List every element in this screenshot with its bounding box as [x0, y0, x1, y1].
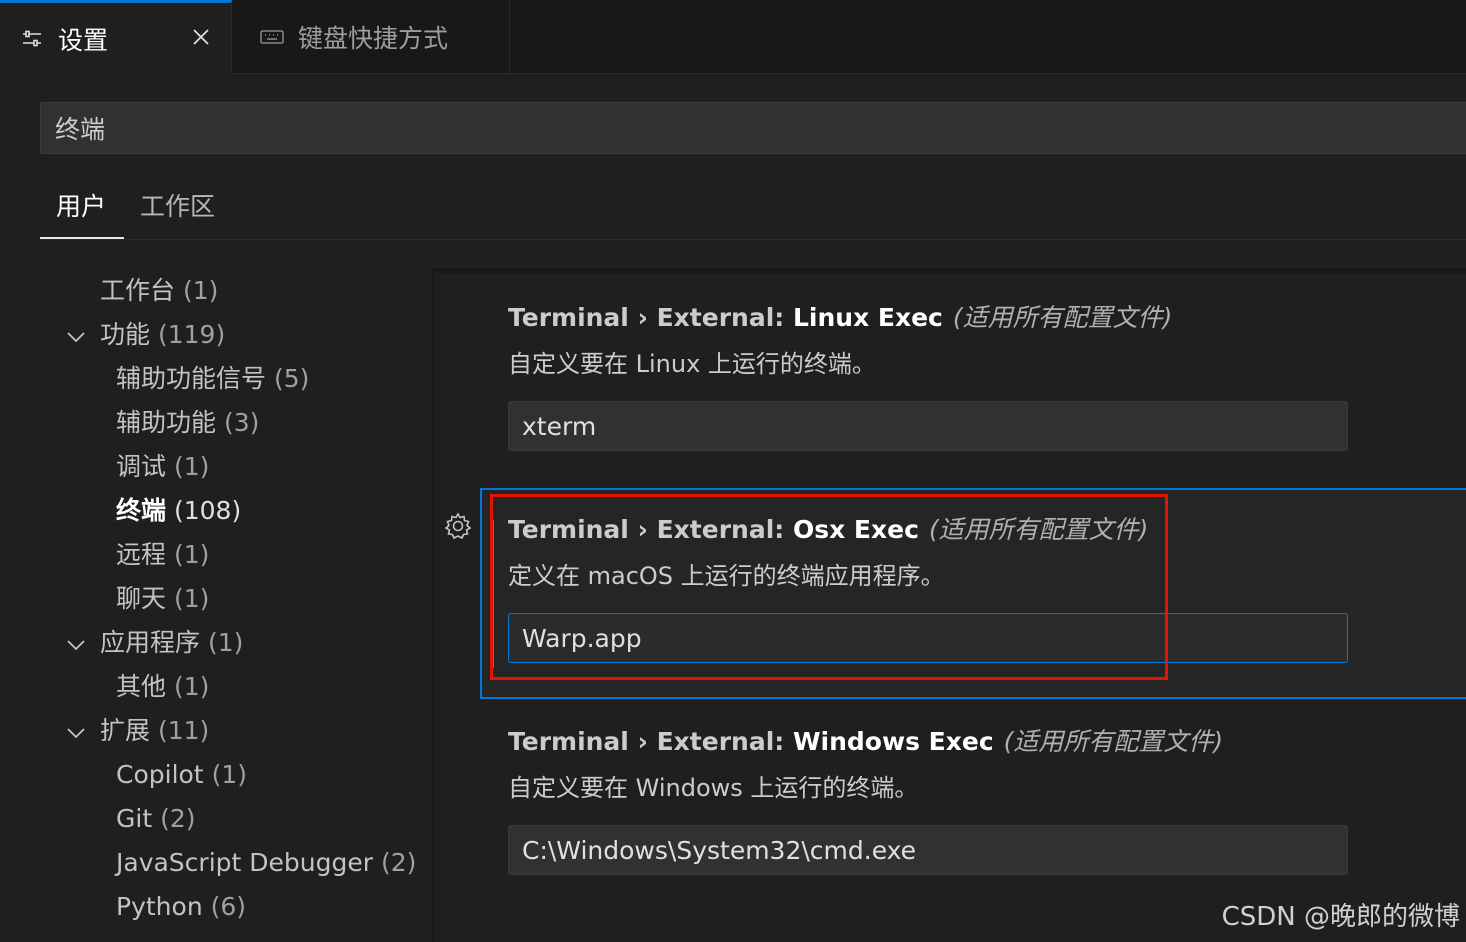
setting-description: 自定义要在 Linux 上运行的终端。 — [508, 350, 876, 378]
toc-item-copilot[interactable]: Copilot (1) — [116, 757, 247, 793]
toc-item-label: JavaScript Debugger — [116, 848, 374, 877]
toc-item-accessibility-signals[interactable]: 辅助功能信号 (5) — [116, 361, 309, 397]
toc-item-count: (1) — [211, 760, 247, 789]
toc-item-count: (6) — [210, 892, 247, 921]
toc-item-label: 扩展 — [100, 716, 151, 745]
toc-divider — [432, 268, 434, 942]
toc-item-count: (1) — [173, 540, 210, 569]
toc-item-terminal[interactable]: 终端 (108) — [116, 493, 241, 529]
toc-item-label: 应用程序 — [100, 628, 201, 657]
setting-title: Terminal › External: Windows Exec (适用所有配置… — [508, 724, 1408, 760]
tab-keyboard-shortcuts-label: 键盘快捷方式 — [298, 24, 449, 53]
gear-icon[interactable] — [443, 511, 473, 541]
toc-item-count: (1) — [173, 672, 210, 701]
toc-item-python[interactable]: Python (6) — [116, 889, 246, 925]
toc-item-count: (5) — [273, 364, 310, 393]
chevron-down-icon[interactable] — [64, 323, 88, 347]
chevron-down-icon[interactable] — [64, 719, 88, 743]
setting-scope: (适用所有配置文件) — [952, 303, 1173, 332]
toc-item-label: 终端 — [116, 496, 167, 525]
chevron-down-icon[interactable] — [64, 631, 88, 655]
search-input-value: 终端 — [55, 115, 106, 144]
toc-item-label: 远程 — [116, 540, 167, 569]
settings-list-top-shadow — [432, 268, 1466, 273]
toc-item-debug[interactable]: 调试 (1) — [116, 449, 209, 485]
setting-category: Terminal › External: — [508, 727, 793, 756]
toc-item-label: Python — [116, 892, 203, 921]
active-tab-indicator — [40, 237, 124, 239]
toc-item-label: 聊天 — [116, 584, 167, 613]
toc-item-label: Git — [116, 804, 153, 833]
tab-settings[interactable]: 设置 — [0, 0, 232, 74]
toc-item-label: 功能 — [100, 320, 151, 349]
toc-item-extensions[interactable]: 扩展 (11) — [67, 713, 210, 749]
toc-item-git[interactable]: Git (2) — [116, 801, 196, 837]
toc-item-count: (3) — [223, 408, 260, 437]
keyboard-icon — [260, 25, 284, 49]
toc-item-features[interactable]: 功能 (119) — [67, 317, 226, 353]
toc-item-count: (1) — [182, 276, 219, 305]
settings-scope-tabs: 用户 工作区 — [40, 180, 1466, 240]
toc-item-remote[interactable]: 远程 (1) — [116, 537, 209, 573]
setting-name: Windows Exec — [792, 727, 994, 756]
editor-tab-bar: 设置 键盘快捷方式 — [0, 0, 1466, 74]
close-icon[interactable] — [189, 25, 213, 49]
toc-item-label: 辅助功能 — [116, 408, 217, 437]
toc-item-count: (119) — [157, 320, 226, 349]
toc-item-count: (2) — [160, 804, 196, 833]
setting-linux-exec: Terminal › External: Linux Exec (适用所有配置文件… — [508, 300, 1408, 451]
toc-item-label: 工作台 — [100, 276, 176, 305]
windows-exec-input[interactable]: C:\Windows\System32\cmd.exe — [508, 825, 1348, 875]
annotation-highlight-box — [490, 494, 1168, 680]
tab-workspace[interactable]: 工作区 — [140, 188, 215, 239]
toc-item-label: 其他 — [116, 672, 167, 701]
toc-item-chat[interactable]: 聊天 (1) — [116, 581, 209, 617]
toc-item-label: 调试 — [116, 452, 167, 481]
setting-name: Linux Exec — [792, 303, 943, 332]
toc-item-count: (1) — [173, 452, 210, 481]
input-value: xterm — [522, 411, 597, 441]
toc-item-javascript-debugger[interactable]: JavaScript Debugger (2) — [116, 845, 416, 881]
watermark: CSDN @晚郎的微博 — [1221, 902, 1460, 932]
toc-item-label: 辅助功能信号 — [116, 364, 267, 393]
setting-category: Terminal › External: — [508, 303, 793, 332]
toc-item-count: (2) — [380, 848, 417, 877]
tab-settings-label: 设置 — [58, 25, 109, 55]
toc-item-count: (108) — [173, 496, 242, 525]
toc-item-count: (1) — [173, 584, 210, 613]
toc-item-accessibility[interactable]: 辅助功能 (3) — [116, 405, 259, 441]
settings-sliders-icon — [20, 27, 44, 51]
settings-toc: 工作台 (1) 功能 (119) 辅助功能信号 (5) 辅助功能 (3) 调试 … — [0, 262, 432, 942]
toc-item-workbench[interactable]: 工作台 (1) — [100, 273, 218, 309]
setting-description: 自定义要在 Windows 上运行的终端。 — [508, 774, 919, 802]
settings-search-input[interactable]: 终端 — [40, 102, 1466, 154]
toc-item-label: Copilot — [116, 760, 204, 789]
linux-exec-input[interactable]: xterm — [508, 401, 1348, 451]
tab-user[interactable]: 用户 — [56, 188, 106, 239]
toc-item-count: (1) — [207, 628, 244, 657]
setting-scope: (适用所有配置文件) — [1003, 727, 1224, 756]
toc-item-count: (11) — [157, 716, 210, 745]
tab-keyboard-shortcuts[interactable]: 键盘快捷方式 — [232, 0, 510, 74]
setting-title: Terminal › External: Linux Exec (适用所有配置文件… — [508, 300, 1408, 336]
setting-windows-exec: Terminal › External: Windows Exec (适用所有配置… — [508, 724, 1408, 875]
toc-item-other[interactable]: 其他 (1) — [116, 669, 209, 705]
input-value: C:\Windows\System32\cmd.exe — [522, 835, 917, 865]
toc-item-application[interactable]: 应用程序 (1) — [67, 625, 244, 661]
